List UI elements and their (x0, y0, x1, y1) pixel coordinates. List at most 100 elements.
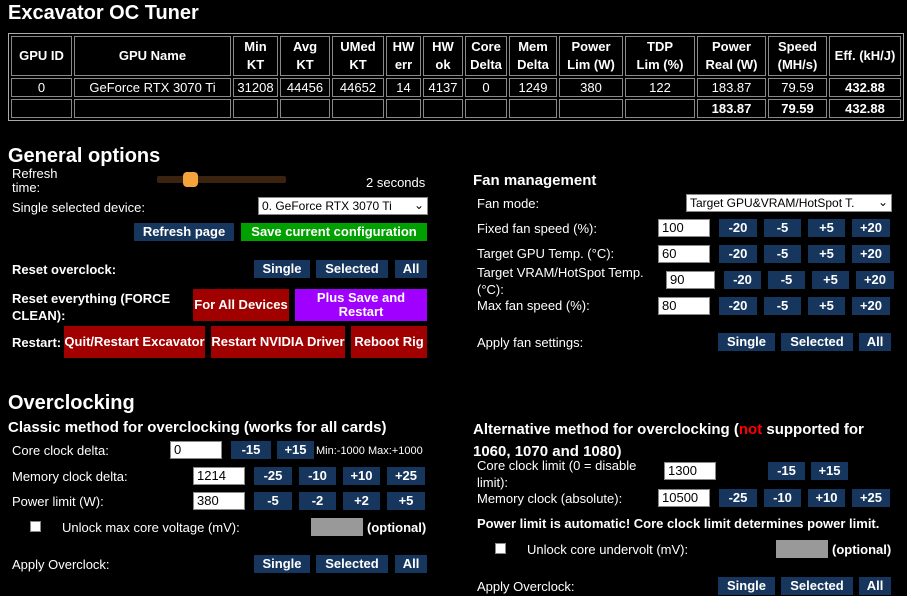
table-header-text: UMed (340, 39, 376, 54)
target-vram-temp-input[interactable]: 90 (666, 271, 715, 289)
refresh-slider[interactable] (157, 172, 286, 187)
table-header-cell: GPU ID (11, 36, 72, 76)
apply-oc-single-button[interactable]: Single (254, 555, 310, 573)
reset-oc-selected-button[interactable]: Selected (316, 260, 388, 278)
alt-apply-all-button[interactable]: All (859, 577, 891, 595)
unlock-voltage-optional: (optional) (367, 520, 427, 535)
table-header-cell: UMed KT (332, 36, 384, 76)
target-vram-temp-step-button[interactable]: -5 (768, 271, 805, 289)
memory-clock-absolute-input[interactable]: 10500 (658, 489, 710, 507)
fan-mode-select[interactable]: Target GPU&VRAM/HotSpot T. ⌄ (686, 194, 892, 212)
unlock-voltage-checkbox[interactable] (30, 521, 41, 532)
alt-memory-clock-step-button[interactable]: -25 (719, 489, 757, 507)
table-header-cell: Mem Delta (509, 36, 557, 76)
alt-apply-single-button[interactable]: Single (718, 577, 775, 595)
table-header-cell: Power Lim (W) (559, 36, 623, 76)
device-select-value: 0. GeForce RTX 3070 Ti (262, 199, 392, 213)
max-fan-speed-step-button[interactable]: -20 (719, 297, 757, 315)
apply-fan-selected-button[interactable]: Selected (781, 333, 853, 351)
memory-clock-step-button[interactable]: +10 (343, 467, 380, 485)
reset-overclock-label: Reset overclock: (12, 262, 117, 277)
alt-memory-clock-step-button[interactable]: +25 (852, 489, 890, 507)
memory-clock-step-button[interactable]: -10 (299, 467, 336, 485)
core-clock-plus-15-button[interactable]: +15 (277, 441, 314, 459)
table-header-text: Real (W) (705, 57, 758, 72)
power-limit-step-button[interactable]: -2 (299, 492, 336, 510)
apply-overclock-label: Apply Overclock: (12, 557, 110, 572)
apply-fan-single-button[interactable]: Single (718, 333, 775, 351)
apply-fan-all-button[interactable]: All (859, 333, 891, 351)
reset-plus-save-restart-button[interactable]: Plus Save and Restart (295, 289, 427, 321)
core-clock-limit-input[interactable]: 1300 (664, 462, 716, 480)
unlock-undervolt-input[interactable] (776, 540, 828, 558)
table-header-text: ok (435, 57, 451, 72)
restart-nvidia-driver-button[interactable]: Restart NVIDIA Driver (211, 326, 345, 358)
table-total-cell (386, 99, 421, 118)
max-fan-speed-step-button[interactable]: +20 (852, 297, 890, 315)
fixed-fan-speed-step-button[interactable]: +20 (852, 219, 890, 237)
unlock-voltage-input[interactable] (311, 518, 363, 536)
alt-core-plus-15-button[interactable]: +15 (811, 462, 848, 480)
reset-oc-all-button[interactable]: All (395, 260, 427, 278)
target-gpu-temp-step-button[interactable]: +20 (852, 245, 890, 263)
table-cell: 183.87 (697, 78, 766, 97)
memory-clock-step-button[interactable]: +25 (387, 467, 425, 485)
core-clock-minus-15-button[interactable]: -15 (231, 441, 271, 459)
power-limit-step-button[interactable]: +5 (387, 492, 425, 510)
reset-all-devices-button[interactable]: For All Devices (193, 289, 289, 321)
target-gpu-temp-input[interactable]: 60 (658, 245, 710, 263)
unlock-undervolt-checkbox[interactable] (495, 543, 506, 554)
table-header-text: TDP (647, 39, 673, 54)
core-clock-delta-input[interactable]: 0 (170, 441, 222, 459)
apply-oc-all-button[interactable]: All (395, 555, 427, 573)
table-total-cell (233, 99, 278, 118)
fixed-fan-speed-step-button[interactable]: -20 (719, 219, 757, 237)
save-configuration-button[interactable]: Save current configuration (241, 223, 427, 241)
table-cell: 14 (386, 78, 421, 97)
alt-apply-selected-button[interactable]: Selected (781, 577, 853, 595)
alt-heading-text: Alternative method for overclocking ( (473, 421, 739, 438)
apply-oc-selected-button[interactable]: Selected (316, 555, 388, 573)
table-header-text: (MH/s) (777, 57, 818, 72)
alt-memory-clock-step-button[interactable]: +10 (808, 489, 845, 507)
table-total-cell (423, 99, 463, 118)
reset-oc-single-button[interactable]: Single (254, 260, 310, 278)
memory-clock-step-button[interactable]: -25 (254, 467, 292, 485)
power-limit-step-button[interactable]: -5 (254, 492, 292, 510)
fixed-fan-speed-input[interactable]: 100 (658, 219, 710, 237)
table-total-cell (465, 99, 507, 118)
refresh-slider-thumb[interactable] (183, 172, 199, 187)
power-limit-input[interactable]: 380 (193, 492, 245, 510)
target-gpu-temp-step-button[interactable]: -20 (719, 245, 757, 263)
power-limit-step-button[interactable]: +2 (343, 492, 380, 510)
memory-clock-delta-input[interactable]: 1214 (193, 467, 245, 485)
device-select[interactable]: 0. GeForce RTX 3070 Ti ⌄ (258, 197, 428, 215)
fixed-fan-speed-step-button[interactable]: -5 (764, 219, 801, 237)
max-fan-speed-step-button[interactable]: +5 (808, 297, 845, 315)
max-fan-speed-input[interactable]: 80 (658, 297, 710, 315)
refresh-page-button[interactable]: Refresh page (134, 223, 234, 241)
general-options-heading: General options (8, 145, 161, 167)
target-vram-temp-step-button[interactable]: +20 (856, 271, 894, 289)
alt-core-minus-15-button[interactable]: -15 (768, 462, 805, 480)
target-gpu-temp-step-button[interactable]: +5 (808, 245, 845, 263)
target-gpu-temp-step-button[interactable]: -5 (764, 245, 801, 263)
max-fan-speed-step-button[interactable]: -5 (764, 297, 801, 315)
table-header-text: Lim (%) (636, 57, 684, 72)
target-vram-temp-step-button[interactable]: +5 (812, 271, 849, 289)
table-row: 0 GeForce RTX 3070 Ti 31208 44456 44652 14 413… (11, 78, 901, 97)
reboot-rig-button[interactable]: Reboot Rig (351, 326, 427, 358)
target-gpu-temp-label: Target GPU Temp. (°C): (477, 246, 615, 261)
table-cell: GeForce RTX 3070 Ti (74, 78, 231, 97)
table-header-cell: Core Delta (465, 36, 507, 76)
quit-restart-excavator-button[interactable]: Quit/Restart Excavator (64, 326, 205, 358)
table-header-cell: GPU Name (74, 36, 231, 76)
table-total-cell (625, 99, 695, 118)
fan-mode-value: Target GPU&VRAM/HotSpot T. (690, 196, 855, 210)
target-vram-temp-step-button[interactable]: -20 (724, 271, 761, 289)
table-total-cell (509, 99, 557, 118)
fixed-fan-speed-step-button[interactable]: +5 (808, 219, 845, 237)
table-header-text: Power (711, 39, 751, 54)
table-header-text: Delta (470, 57, 502, 72)
alt-memory-clock-step-button[interactable]: -10 (764, 489, 801, 507)
